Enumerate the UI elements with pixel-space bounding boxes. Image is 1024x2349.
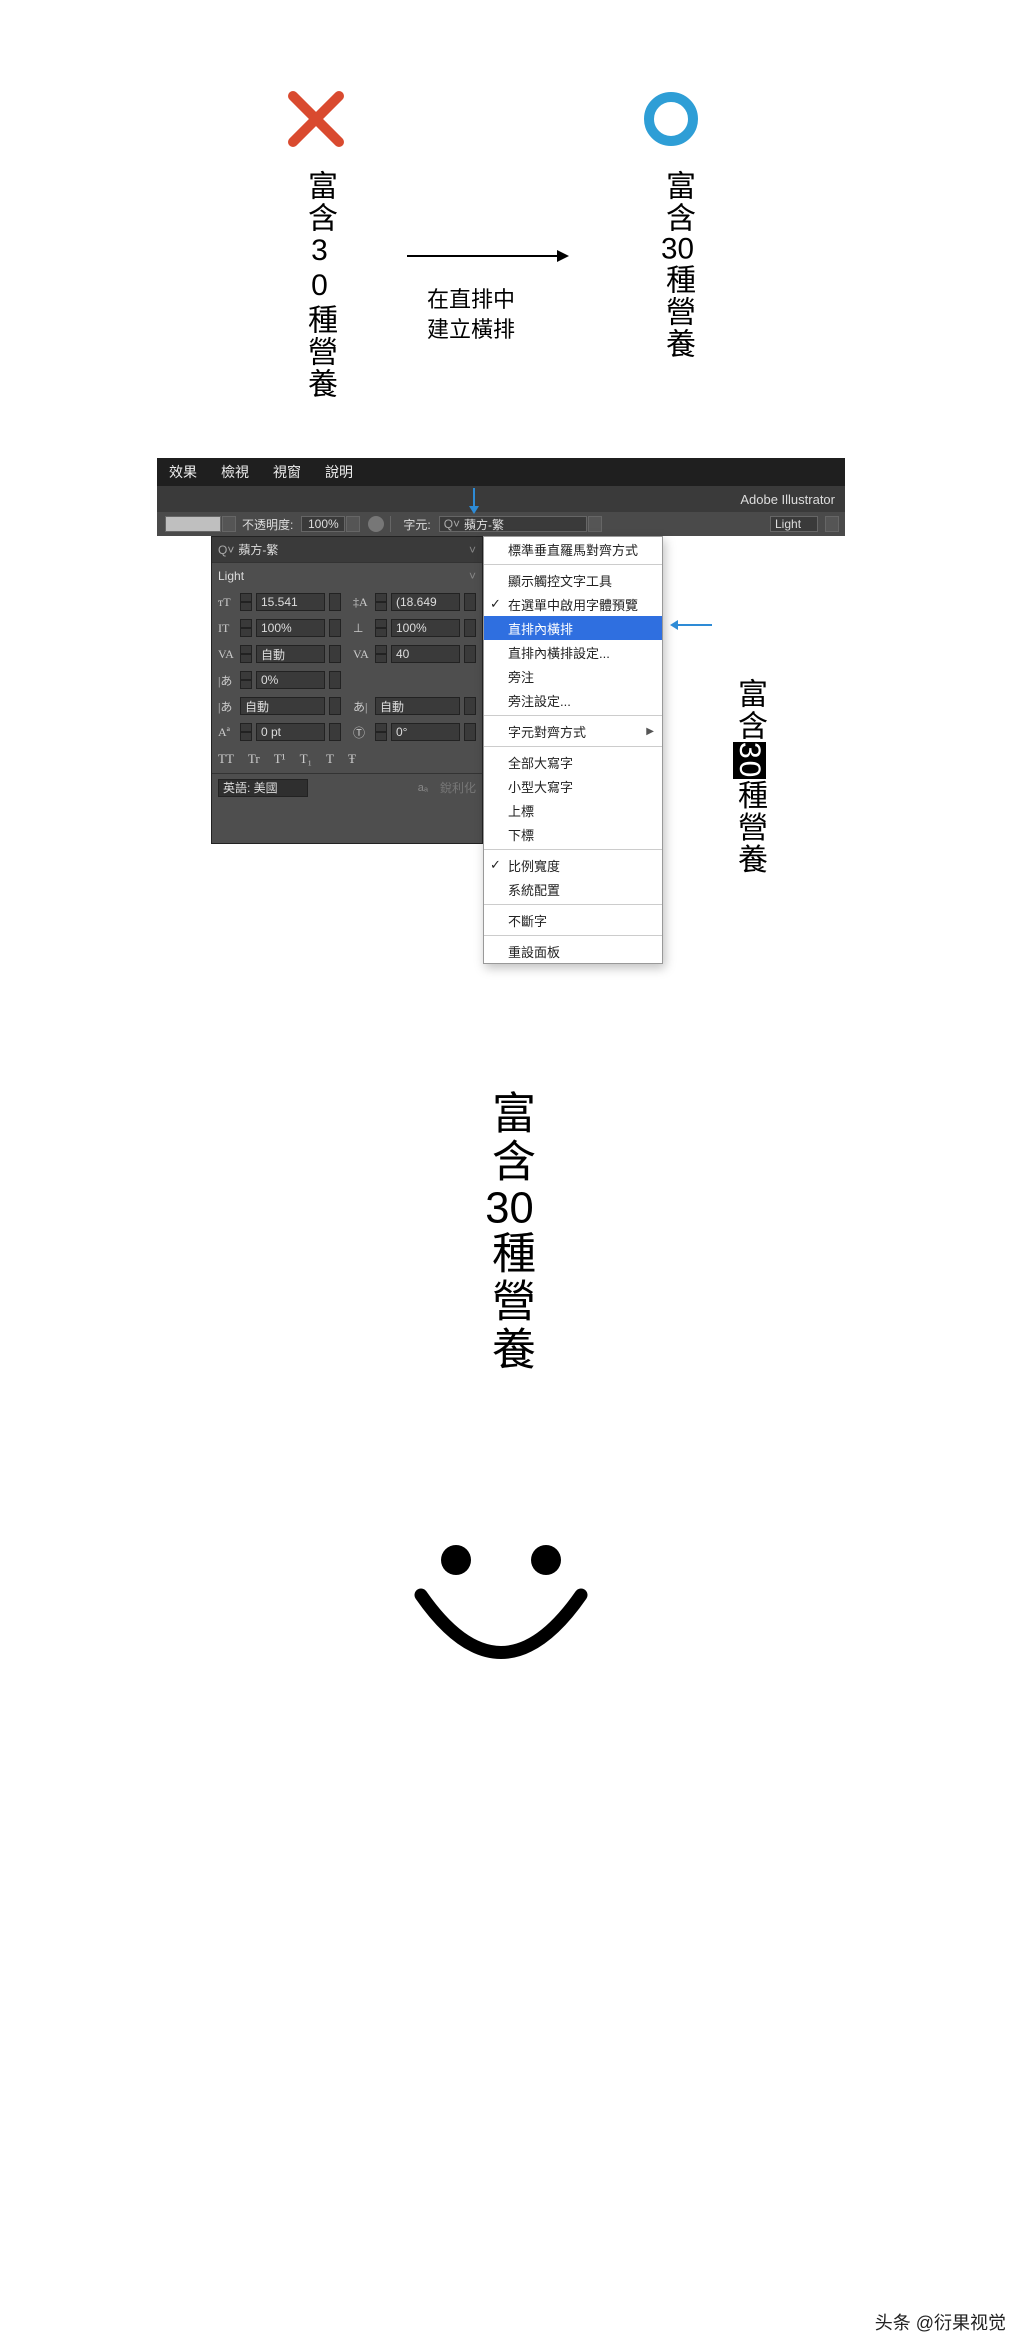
selected-characters: 30 — [733, 742, 766, 779]
leading-stepper[interactable] — [375, 593, 387, 611]
result-vertical-text: 富含30種營養 — [477, 1090, 541, 1374]
size-stepper[interactable] — [240, 593, 252, 611]
aki-icon: あ| — [353, 698, 371, 715]
leading-input[interactable]: (18.649 — [391, 593, 460, 611]
circle-mark-icon — [642, 90, 700, 148]
vertical-text-good: 富含30種營養 — [655, 170, 699, 360]
menu-item-smallcaps[interactable]: 小型大寫字 — [484, 774, 662, 798]
panel-style-input[interactable]: Light — [218, 569, 465, 583]
type-case-row: TT Tr T¹ T₁ T Ŧ — [212, 745, 482, 773]
menu-effects[interactable]: 效果 — [169, 462, 197, 482]
tt-underline[interactable]: T — [326, 751, 334, 767]
menu-view[interactable]: 檢視 — [221, 462, 249, 482]
menu-item-superscript[interactable]: 上標 — [484, 798, 662, 822]
tt-sub[interactable]: T₁ — [300, 751, 312, 767]
tsume-input[interactable]: 自動 — [240, 697, 325, 715]
menu-item-warichu-set[interactable]: 旁注設定... — [484, 688, 662, 712]
aki-input[interactable]: 自動 — [375, 697, 460, 715]
antialias-label: aₐ — [418, 782, 428, 794]
menu-item-font-preview[interactable]: 在選單中啟用字體預覽 — [484, 592, 662, 616]
menu-item-reset-panel[interactable]: 重設面板 — [484, 939, 662, 963]
menu-item-roman-align[interactable]: 標準垂直羅馬對齊方式 — [484, 537, 662, 561]
font-size-icon: тT — [218, 595, 236, 610]
comparison-section: 富含30種營養 富含30種營養 在直排中建立橫排 — [157, 60, 845, 440]
baseline-pct-input[interactable]: 0% — [256, 671, 325, 689]
menu-item-tatechuyoko[interactable]: 直排內橫排 — [484, 616, 662, 640]
vertical-text-selection: 富含30種營養 — [727, 678, 771, 875]
menu-item-allcaps[interactable]: 全部大寫字 — [484, 750, 662, 774]
menu-window[interactable]: 視窗 — [273, 462, 301, 482]
opacity-label: 不透明度: — [242, 516, 293, 533]
kerning-input[interactable]: 自動 — [256, 645, 325, 663]
font-style-dropdown[interactable] — [825, 516, 839, 532]
hscale-icon: ⊥ — [353, 621, 371, 636]
font-family-input[interactable]: Q˅蘋方-繁 — [439, 516, 587, 532]
result-section: 富含30種營養 — [157, 1040, 845, 1940]
baseline-pct-icon: |あ — [218, 672, 236, 689]
size-input[interactable]: 15.541 — [256, 593, 325, 611]
arrow-right-icon — [407, 255, 567, 257]
menu-item-char-align[interactable]: 字元對齊方式 — [484, 719, 662, 743]
tt-allcaps[interactable]: TT — [218, 751, 234, 767]
menu-item-subscript[interactable]: 下標 — [484, 822, 662, 846]
annotation-arrow-left-icon — [672, 624, 712, 626]
x-mark-icon — [287, 90, 345, 148]
smile-icon — [401, 1540, 601, 1700]
fill-swatch[interactable] — [165, 516, 221, 532]
character-panel: Q˅蘋方-繁˅ Light˅ тT15.541 ‡A(18.649 IT100%… — [211, 536, 483, 844]
vertical-text-bad: 富含30種營養 — [297, 170, 341, 400]
menu-item-tcy-settings[interactable]: 直排內橫排設定... — [484, 640, 662, 664]
tt-smallcaps[interactable]: Tr — [248, 751, 260, 767]
menu-item-prop-width[interactable]: 比例寬度 — [484, 853, 662, 877]
vscale-icon: IT — [218, 621, 236, 636]
opacity-dropdown[interactable] — [346, 516, 360, 532]
tsume-icon: |あ — [218, 698, 236, 715]
tt-super[interactable]: T¹ — [274, 751, 286, 767]
menu-help[interactable]: 說明 — [325, 462, 353, 482]
language-select[interactable]: 英語: 美國 — [218, 779, 308, 797]
character-label[interactable]: 字元: — [403, 516, 430, 533]
hscale-input[interactable]: 100% — [391, 619, 460, 637]
tracking-icon: VA — [353, 647, 371, 662]
font-family-dropdown[interactable] — [588, 516, 602, 532]
antialias-value[interactable]: 銳利化 — [440, 779, 476, 796]
font-style-input[interactable]: Light — [770, 516, 818, 532]
menu-item-system-layout[interactable]: 系統配置 — [484, 877, 662, 901]
illustrator-ui: 效果 檢視 視窗 說明 Adobe Illustrator 不透明度: 100%… — [157, 458, 845, 938]
opacity-input[interactable]: 100% — [301, 516, 345, 532]
menu-item-no-break[interactable]: 不斷字 — [484, 908, 662, 932]
tt-strike[interactable]: Ŧ — [348, 751, 356, 767]
menu-item-touch-type[interactable]: 顯示觸控文字工具 — [484, 568, 662, 592]
leading-icon: ‡A — [353, 595, 371, 610]
panel-font-input[interactable]: 蘋方-繁 — [238, 541, 465, 558]
app-menubar: 效果 檢視 視窗 說明 — [157, 458, 845, 486]
app-control-bar: Adobe Illustrator 不透明度: 100% 字元: Q˅蘋方-繁 … — [157, 486, 845, 536]
baseline-shift-icon: Aª — [218, 725, 236, 740]
fill-dropdown[interactable] — [222, 516, 236, 532]
baseline-shift-input[interactable]: 0 pt — [256, 723, 325, 741]
vscale-input[interactable]: 100% — [256, 619, 325, 637]
image-credit: 头条 @衍果视觉 — [869, 2307, 1012, 2337]
caption-text: 在直排中建立橫排 — [427, 285, 515, 344]
app-name-label: Adobe Illustrator — [740, 492, 835, 507]
tracking-input[interactable]: 40 — [391, 645, 460, 663]
rotation-icon: Ⓣ — [353, 724, 371, 741]
panel-flyout-menu: 標準垂直羅馬對齊方式 顯示觸控文字工具 在選單中啟用字體預覽 直排內橫排 直排內… — [483, 536, 663, 964]
menu-item-warichu[interactable]: 旁注 — [484, 664, 662, 688]
kerning-icon: VA — [218, 647, 236, 662]
annotation-arrow-down-icon — [473, 488, 475, 512]
style-target-icon[interactable] — [368, 516, 384, 532]
rotation-input[interactable]: 0° — [391, 723, 460, 741]
